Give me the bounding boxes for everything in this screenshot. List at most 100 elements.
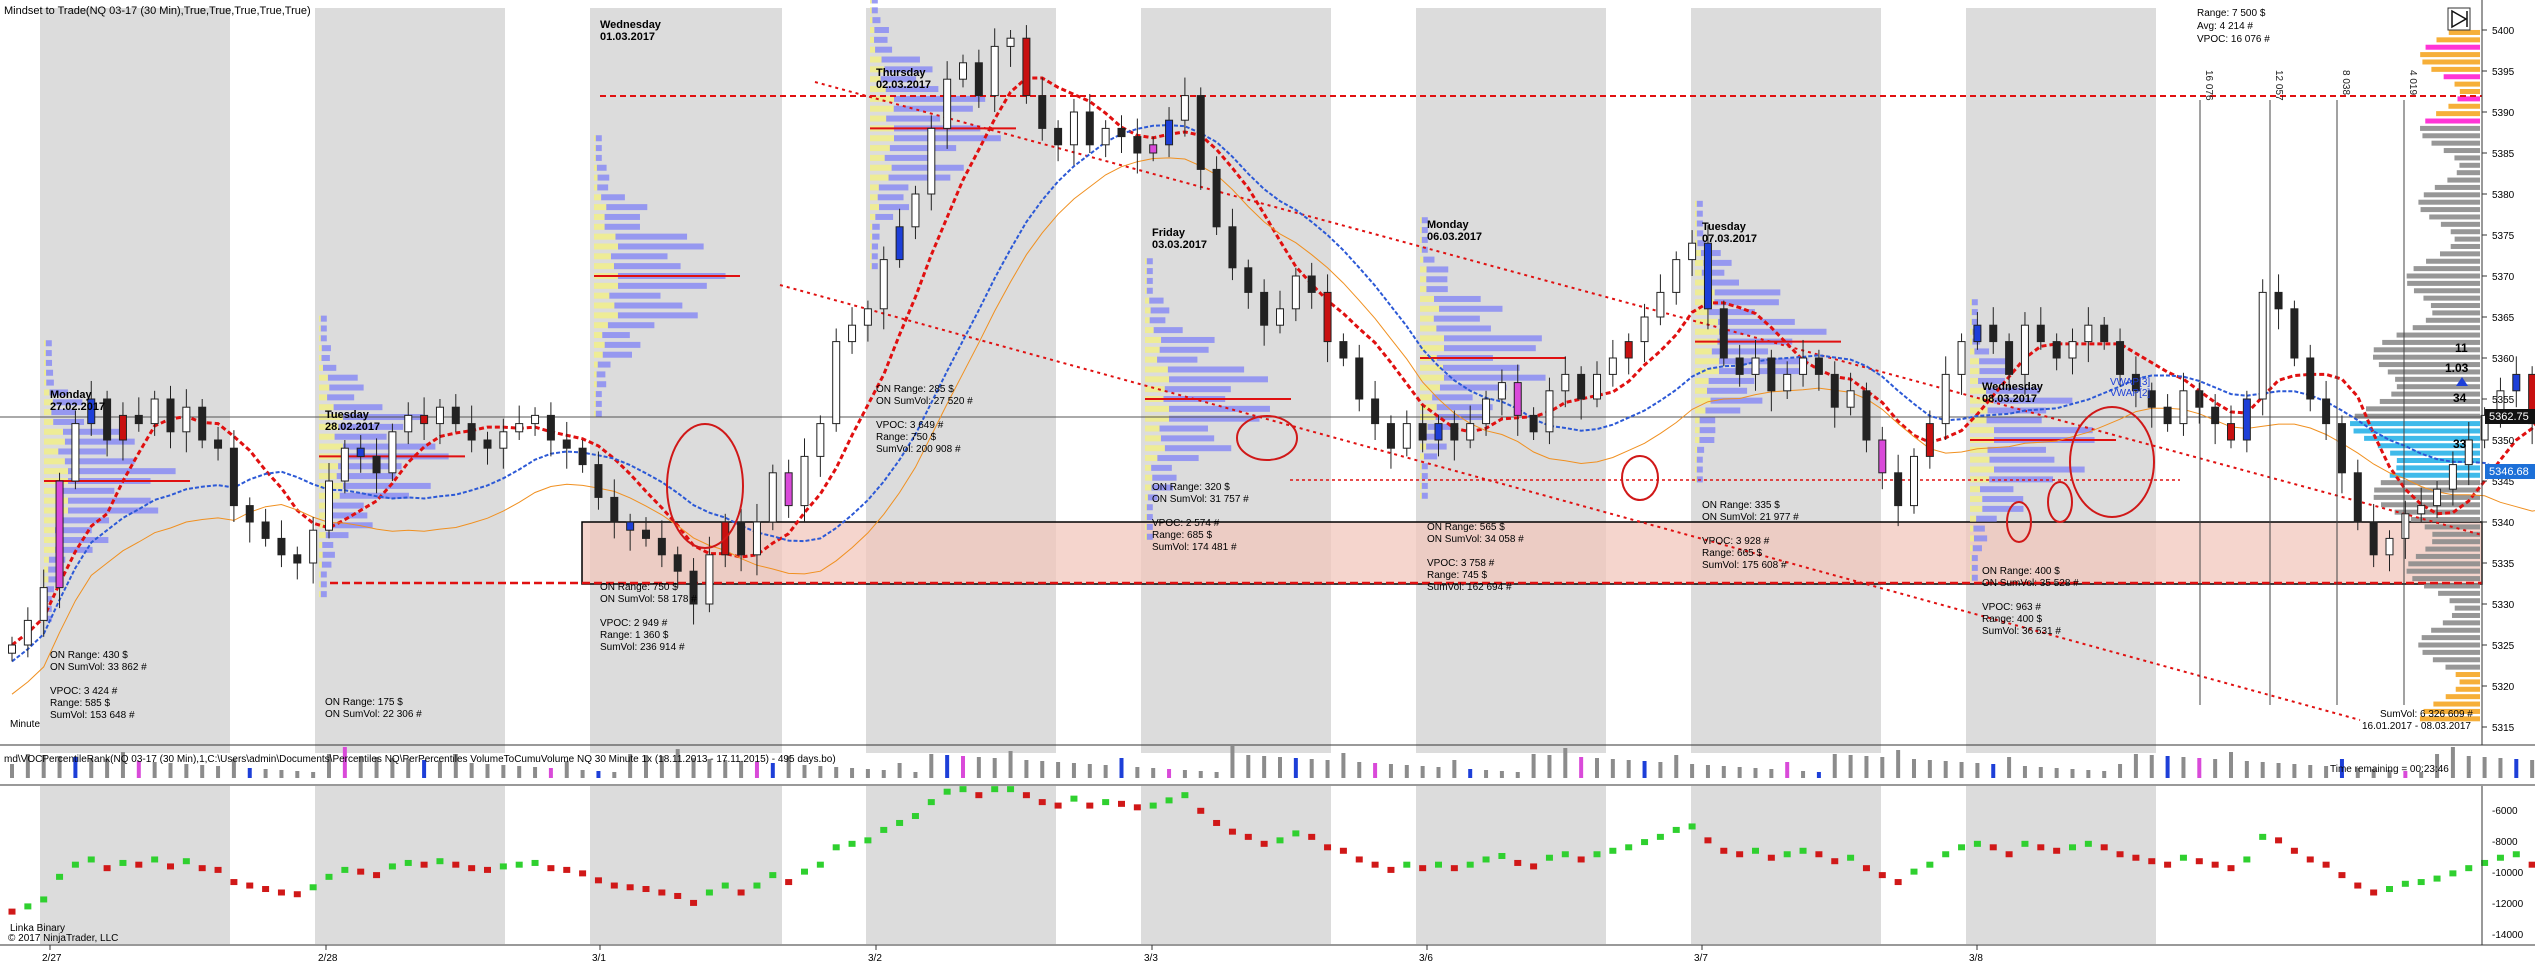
price-tick-label-8: 5360: [2492, 354, 2515, 365]
profile-on-bar: [1695, 398, 1711, 404]
time-remaining: Time remaining = 00:23:46: [2330, 764, 2449, 775]
profile-bar: [321, 316, 327, 322]
composite-bar: [2413, 325, 2480, 330]
x-tick-label-2: 3/1: [592, 953, 606, 964]
profile-on-bar: [1145, 534, 1147, 540]
profile-on-bar: [1695, 388, 1707, 394]
composite-bar: [2446, 694, 2480, 699]
profile-bar: [605, 214, 640, 220]
profile-on-bar: [594, 362, 598, 368]
session-stat-line: ON SumVol: 34 058 #: [1427, 534, 1524, 545]
binary-segment: [1720, 848, 1727, 854]
profile-on-bar: [870, 145, 890, 151]
binary-tick-1: -6000: [2492, 806, 2518, 817]
profile-bar: [1422, 493, 1428, 499]
profile-bar: [874, 27, 889, 33]
composite-bar: [2433, 657, 2480, 662]
composite-bar: [2422, 59, 2480, 64]
composite-bar: [2381, 480, 2480, 485]
profile-bar: [597, 381, 606, 387]
session-stat-line: SumVol: 174 481 #: [1152, 542, 1237, 553]
profile-bar: [1974, 535, 1987, 541]
session-stat-line: VPOC: 3 758 #: [1427, 558, 1495, 569]
composite-bar: [2454, 155, 2480, 160]
profile-bar: [1426, 444, 1447, 450]
profile-on-bar: [44, 557, 49, 563]
candle-body: [1166, 120, 1173, 145]
profile-bar: [874, 37, 887, 43]
profile-on-bar: [44, 380, 46, 386]
composite-bar: [2456, 687, 2480, 692]
volume-bar: [1674, 755, 1678, 778]
volume-bar: [2150, 755, 2154, 778]
volume-bar: [1690, 764, 1694, 778]
profile-on-bar: [870, 204, 879, 210]
profile-on-bar: [594, 371, 597, 377]
x-tick-label-0: 2/27: [42, 953, 62, 964]
binary-segment: [532, 860, 539, 866]
candle-body: [135, 415, 142, 423]
candle-body: [1007, 38, 1014, 46]
volume-bar: [2071, 769, 2075, 778]
binary-segment: [373, 872, 380, 878]
composite-bar: [2455, 606, 2480, 611]
profile-on-bar: [594, 332, 602, 338]
volume-bar: [1563, 748, 1567, 778]
composite-bar: [2455, 82, 2480, 87]
profile-on-bar: [594, 342, 605, 348]
profile-on-bar: [1145, 317, 1150, 323]
binary-segment: [1625, 844, 1632, 850]
profile-bar: [1697, 467, 1703, 473]
candle-body: [738, 522, 745, 555]
session-stat-line: Range: 750 $: [876, 432, 936, 443]
profile-on-bar: [594, 312, 618, 318]
vwap-label-2: VWAP[2]: [2110, 388, 2150, 399]
binary-segment: [722, 883, 729, 889]
profile-on-bar: [870, 263, 872, 269]
price-tick-label-10: 5350: [2492, 436, 2515, 447]
composite-bar: [2460, 679, 2480, 684]
profile-bar: [322, 562, 332, 568]
profile-on-bar: [870, 116, 886, 122]
binary-segment: [2148, 858, 2155, 864]
profile-bar: [321, 581, 327, 587]
candle-body: [595, 465, 602, 498]
composite-bar: [2422, 133, 2480, 138]
bottom-span: 16.01.2017 - 08.03.2017: [2362, 721, 2471, 732]
profile-bar: [596, 401, 602, 407]
profile-on-bar: [319, 552, 323, 558]
profile-bar: [596, 155, 602, 161]
binary-tick-3: -10000: [2492, 868, 2524, 879]
profile-bar: [53, 419, 84, 425]
profile-on-bar: [594, 204, 606, 210]
composite-bar: [2414, 266, 2480, 271]
profile-on-bar: [1420, 394, 1432, 400]
candle-body: [1609, 358, 1616, 374]
composite-bar: [2460, 89, 2480, 94]
binary-segment: [516, 862, 523, 868]
profile-on-bar: [319, 532, 326, 538]
composite-bar: [2421, 207, 2480, 212]
volume-bar: [2530, 760, 2534, 778]
profile-bar: [1427, 266, 1449, 272]
composite-bar: [2423, 296, 2480, 301]
binary-segment: [1974, 841, 1981, 847]
binary-segment: [1261, 841, 1268, 847]
candle-body: [389, 432, 396, 473]
profile-bar: [1719, 368, 1806, 374]
profile-on-bar: [1970, 555, 1972, 561]
profile-bar: [603, 352, 632, 358]
binary-segment: [2006, 851, 2013, 857]
binary-segment: [1657, 834, 1664, 840]
binary-segment: [2513, 851, 2520, 857]
profile-on-bar: [1145, 406, 1169, 412]
profile-on-bar: [319, 316, 321, 322]
profile-bar: [1972, 299, 1978, 305]
profile-on-bar: [594, 381, 597, 387]
x-tick-label-7: 3/8: [1969, 953, 1983, 964]
binary-segment: [1023, 792, 1030, 798]
composite-bar: [2408, 561, 2480, 566]
play-icon[interactable]: [2448, 8, 2470, 30]
profile-on-bar: [594, 194, 601, 200]
profile-bar: [321, 325, 327, 331]
